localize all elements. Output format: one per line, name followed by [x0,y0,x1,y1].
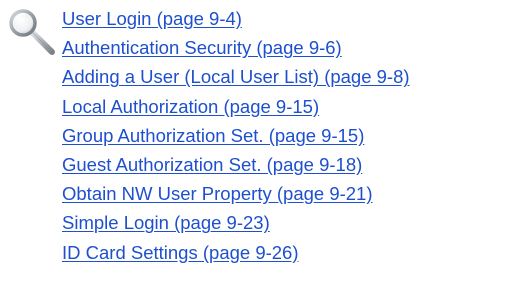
link-local-authorization[interactable]: Local Authorization (page 9-15) [62,96,319,117]
list-item: Local Authorization (page 9-15) [62,94,410,123]
link-list: User Login (page 9-4) Authentication Sec… [62,6,410,269]
list-item: Simple Login (page 9-23) [62,210,410,239]
list-item: Authentication Security (page 9-6) [62,35,410,64]
link-authentication-security[interactable]: Authentication Security (page 9-6) [62,37,342,58]
link-group-authorization-set[interactable]: Group Authorization Set. (page 9-15) [62,125,364,146]
link-guest-authorization-set[interactable]: Guest Authorization Set. (page 9-18) [62,154,362,175]
link-adding-a-user[interactable]: Adding a User (Local User List) (page 9-… [62,66,410,87]
link-id-card-settings[interactable]: ID Card Settings (page 9-26) [62,242,299,263]
list-item: Obtain NW User Property (page 9-21) [62,181,410,210]
list-item: Group Authorization Set. (page 9-15) [62,123,410,152]
link-obtain-nw-user-property[interactable]: Obtain NW User Property (page 9-21) [62,183,373,204]
list-item: User Login (page 9-4) [62,6,410,35]
list-item: Adding a User (Local User List) (page 9-… [62,64,410,93]
list-item: ID Card Settings (page 9-26) [62,240,410,269]
list-item: Guest Authorization Set. (page 9-18) [62,152,410,181]
link-simple-login[interactable]: Simple Login (page 9-23) [62,212,270,233]
link-user-login[interactable]: User Login (page 9-4) [62,8,242,29]
magnifying-glass-icon [8,8,60,60]
